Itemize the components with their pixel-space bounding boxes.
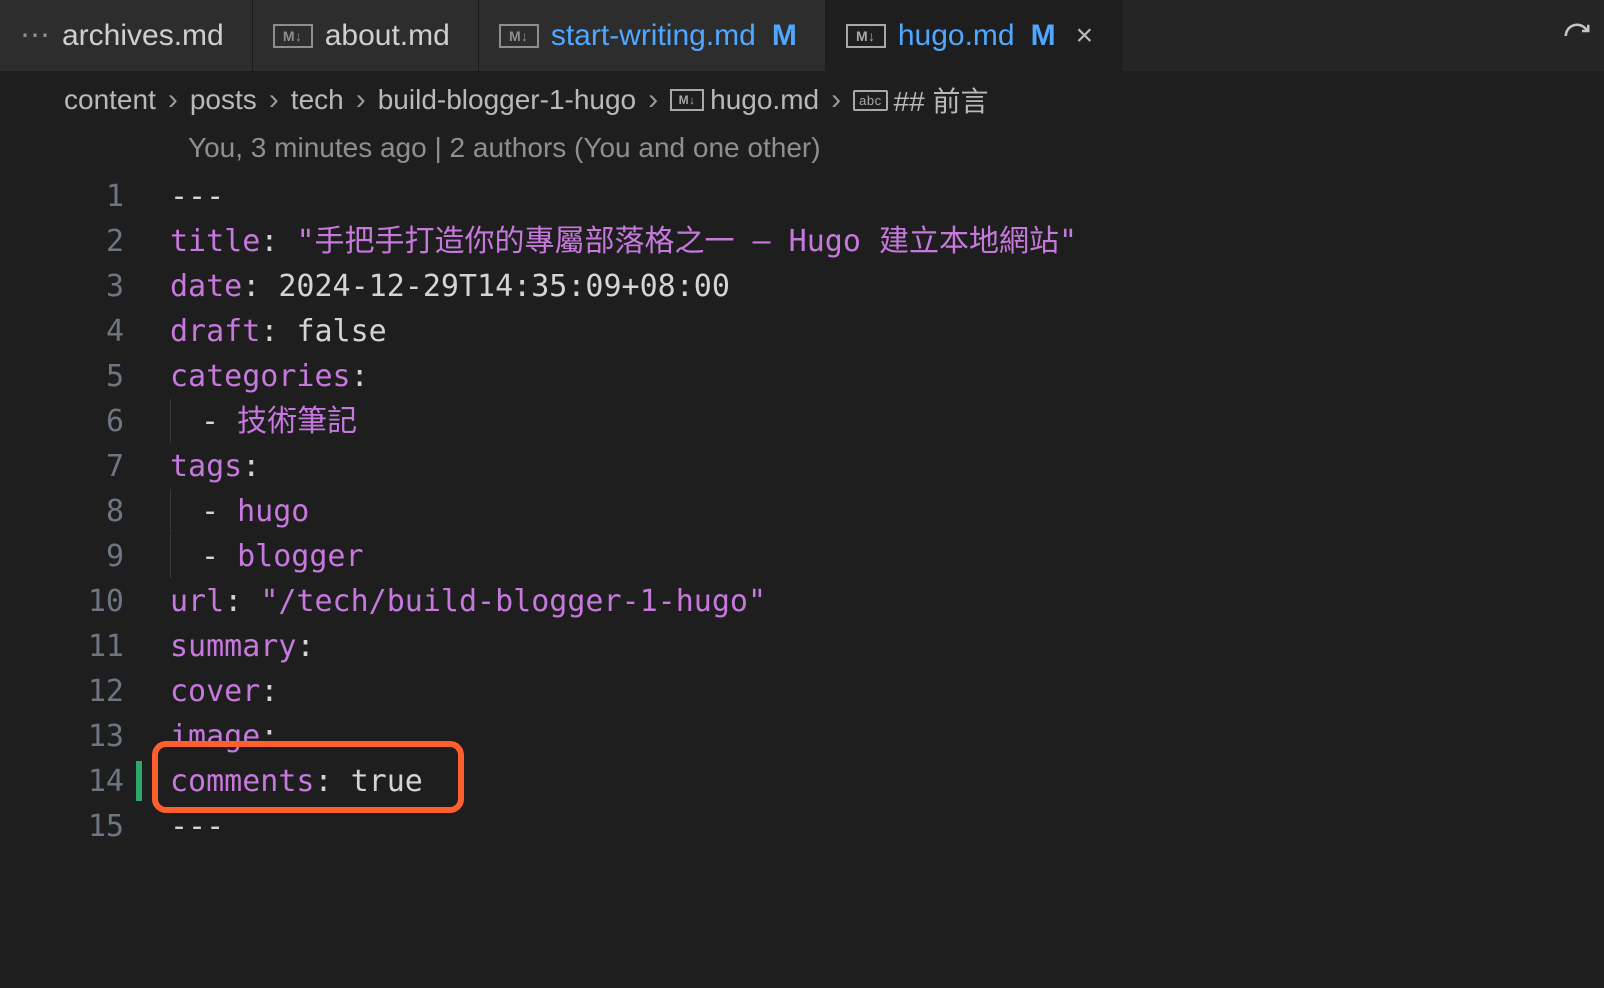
breadcrumb-part[interactable]: build-blogger-1-hugo [378, 84, 636, 116]
code-line[interactable]: 6 - 技術筆記 [0, 399, 1604, 444]
code-editor[interactable]: 1 --- 2 title: "手把手打造你的專屬部落格之一 — Hugo 建立… [0, 174, 1604, 849]
line-number: 13 [0, 714, 170, 759]
yaml-key: comments [170, 764, 315, 799]
line-number: 1 [0, 174, 170, 219]
tab-label: about.md [325, 19, 450, 53]
line-number: 10 [0, 579, 170, 624]
tab-start-writing[interactable]: M↓ start-writing.md M [479, 0, 826, 71]
markdown-icon: M↓ [670, 89, 704, 111]
code-line[interactable]: 12 cover: [0, 669, 1604, 714]
breadcrumb-part[interactable]: posts [190, 84, 257, 116]
line-number: 2 [0, 219, 170, 264]
tab-bar: ⋯ archives.md M↓ about.md M↓ start-writi… [0, 0, 1604, 72]
line-number: 12 [0, 669, 170, 714]
yaml-value: false [296, 314, 386, 349]
tab-hugo[interactable]: M↓ hugo.md M × [826, 0, 1122, 71]
gitlens-info[interactable]: You, 3 minutes ago | 2 authors (You and … [0, 128, 1604, 174]
line-number: 6 [0, 399, 170, 444]
yaml-value: hugo [237, 494, 309, 529]
modified-indicator: M [1031, 19, 1056, 53]
outline-icon: abc [853, 90, 887, 111]
chevron-right-icon: › [642, 83, 664, 117]
line-number: 11 [0, 624, 170, 669]
indent-guide [170, 489, 171, 533]
line-number: 5 [0, 354, 170, 399]
code-text: --- [170, 809, 224, 844]
breadcrumb-part[interactable]: content [64, 84, 156, 116]
yaml-value: "/tech/build-blogger-1-hugo" [260, 584, 766, 619]
yaml-value: true [351, 764, 423, 799]
refresh-button[interactable] [1550, 0, 1604, 71]
indent-guide [170, 534, 171, 578]
line-number: 3 [0, 264, 170, 309]
tab-label: hugo.md [898, 19, 1015, 53]
code-line[interactable]: 3 date: 2024-12-29T14:35:09+08:00 [0, 264, 1604, 309]
chevron-right-icon: › [825, 83, 847, 117]
chevron-right-icon: › [350, 83, 372, 117]
git-added-bar [136, 761, 142, 801]
yaml-key: summary [170, 629, 296, 664]
yaml-key: title [170, 224, 260, 259]
yaml-key: tags [170, 449, 242, 484]
line-number: 7 [0, 444, 170, 489]
code-line[interactable]: 1 --- [0, 174, 1604, 219]
tab-archives[interactable]: ⋯ archives.md [0, 0, 253, 71]
yaml-value: "手把手打造你的專屬部落格之一 — Hugo 建立本地網站" [296, 224, 1077, 259]
markdown-icon: M↓ [273, 24, 313, 48]
close-icon[interactable]: × [1076, 19, 1094, 53]
refresh-icon [1562, 21, 1592, 51]
code-line[interactable]: 14 comments: true [0, 759, 1604, 804]
file-icon: ⋯ [20, 18, 50, 53]
code-line[interactable]: 4 draft: false [0, 309, 1604, 354]
line-number: 15 [0, 804, 170, 849]
line-number: 4 [0, 309, 170, 354]
line-number: 14 [0, 759, 170, 804]
tab-about[interactable]: M↓ about.md [253, 0, 479, 71]
breadcrumb-part[interactable]: tech [291, 84, 344, 116]
indent-guide [170, 399, 171, 443]
breadcrumb[interactable]: content › posts › tech › build-blogger-1… [0, 72, 1604, 128]
line-number: 8 [0, 489, 170, 534]
code-line[interactable]: 8 - hugo [0, 489, 1604, 534]
yaml-key: cover [170, 674, 260, 709]
markdown-icon: M↓ [499, 24, 539, 48]
markdown-icon: M↓ [846, 24, 886, 48]
line-number: 9 [0, 534, 170, 579]
breadcrumb-outline[interactable]: ## 前言 [894, 80, 989, 120]
breadcrumb-file[interactable]: hugo.md [710, 84, 819, 116]
chevron-right-icon: › [263, 83, 285, 117]
code-line[interactable]: 2 title: "手把手打造你的專屬部落格之一 — Hugo 建立本地網站" [0, 219, 1604, 264]
tab-label: archives.md [62, 19, 224, 53]
code-line[interactable]: 13 image: [0, 714, 1604, 759]
code-line[interactable]: 9 - blogger [0, 534, 1604, 579]
code-line[interactable]: 10 url: "/tech/build-blogger-1-hugo" [0, 579, 1604, 624]
code-line[interactable]: 5 categories: [0, 354, 1604, 399]
code-line[interactable]: 15 --- [0, 804, 1604, 849]
yaml-value: 2024-12-29T14:35:09+08:00 [278, 269, 730, 304]
code-text: --- [170, 179, 224, 214]
yaml-value: blogger [237, 539, 363, 574]
yaml-key: image [170, 719, 260, 754]
yaml-key: categories [170, 359, 351, 394]
chevron-right-icon: › [162, 83, 184, 117]
yaml-key: url [170, 584, 224, 619]
code-line[interactable]: 11 summary: [0, 624, 1604, 669]
yaml-key: draft [170, 314, 260, 349]
code-line[interactable]: 7 tags: [0, 444, 1604, 489]
yaml-value: 技術筆記 [237, 404, 357, 439]
modified-indicator: M [772, 19, 797, 53]
tab-label: start-writing.md [551, 19, 756, 53]
yaml-key: date [170, 269, 242, 304]
